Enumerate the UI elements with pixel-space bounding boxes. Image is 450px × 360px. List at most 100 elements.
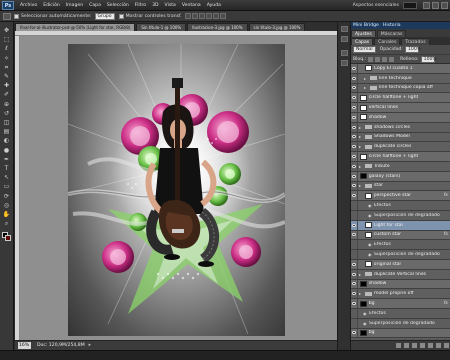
- layer-row[interactable]: bg: [351, 328, 450, 339]
- layer-row[interactable]: shadow: [351, 113, 450, 123]
- visibility-eye-icon[interactable]: [351, 83, 358, 93]
- layer-row[interactable]: galaxy (stars): [351, 171, 450, 182]
- document-tab[interactable]: sin título-3.jpg @ 100%: [248, 23, 306, 31]
- layer-row[interactable]: perspective star fx: [351, 191, 450, 202]
- visibility-eye-icon[interactable]: [351, 73, 358, 83]
- fill-field[interactable]: 100%: [420, 55, 437, 63]
- layer-effect-row[interactable]: ◉ Efectos: [351, 240, 450, 251]
- hand-icon[interactable]: ✋: [2, 210, 11, 219]
- gradient-icon[interactable]: ▤: [2, 127, 11, 136]
- type-icon[interactable]: T: [2, 164, 11, 173]
- actions-panel-icon[interactable]: [341, 36, 348, 42]
- marquee-icon[interactable]: ⬚: [2, 35, 11, 44]
- layer-effects-icon[interactable]: fx: [444, 193, 448, 198]
- menu-item-ventana[interactable]: Ventana: [179, 3, 204, 8]
- tab-paths[interactable]: Trazados: [401, 38, 430, 45]
- visibility-eye-icon[interactable]: [351, 269, 358, 279]
- stamp-icon[interactable]: ⊕: [2, 100, 11, 109]
- visibility-eye-icon[interactable]: [351, 113, 358, 122]
- document-info[interactable]: Doc: 120,9M/254,8M: [37, 343, 85, 348]
- align-left-icon[interactable]: [205, 13, 212, 19]
- close-button[interactable]: [441, 1, 448, 9]
- tab-adjustments[interactable]: Ajustes: [351, 30, 376, 37]
- layer-row[interactable]: ▸ line technique: [351, 73, 450, 84]
- visibility-eye-icon[interactable]: [351, 201, 358, 210]
- visibility-eye-icon[interactable]: [351, 64, 358, 73]
- menu-item-imagen[interactable]: Imagen: [63, 3, 86, 8]
- layer-thumbnail[interactable]: [365, 192, 372, 199]
- document-tab[interactable]: Ilustracion-3.jpg @ 100%: [187, 23, 248, 31]
- visibility-eye-icon[interactable]: [351, 289, 358, 299]
- layer-thumbnail[interactable]: [365, 222, 372, 229]
- visibility-eye-icon[interactable]: [351, 122, 358, 132]
- tab-layers[interactable]: Capas: [351, 38, 374, 45]
- layer-effect-row[interactable]: ◉ Superposición de degradado: [351, 250, 450, 260]
- align-top-icon[interactable]: [184, 13, 191, 19]
- visibility-eye-icon[interactable]: [351, 191, 358, 201]
- layer-row[interactable]: vertical lines: [351, 103, 450, 113]
- menu-item-capa[interactable]: Capa: [86, 3, 104, 8]
- auto-select-dropdown[interactable]: Grupo: [94, 12, 115, 20]
- expand-arrow-icon[interactable]: ▸: [359, 183, 363, 188]
- layer-effect-row[interactable]: ◉ Efectos: [351, 201, 450, 211]
- layer-row[interactable]: ▸ duplicate Vertical lines: [351, 269, 450, 280]
- eyedropper-icon[interactable]: ✎: [2, 72, 11, 81]
- 3d-rotate-icon[interactable]: ⟳: [2, 192, 11, 201]
- brush-icon[interactable]: ✐: [2, 90, 11, 99]
- auto-select-checkbox[interactable]: [14, 13, 19, 19]
- visibility-eye-icon[interactable]: [351, 299, 358, 308]
- horizontal-ruler[interactable]: [15, 31, 337, 36]
- align-center-icon[interactable]: [212, 13, 219, 19]
- visibility-eye-icon[interactable]: [351, 250, 358, 259]
- history-brush-icon[interactable]: ↺: [2, 109, 11, 118]
- menu-item-selección[interactable]: Selección: [104, 3, 132, 8]
- visibility-eye-icon[interactable]: [351, 211, 358, 220]
- move-icon[interactable]: ✥: [2, 26, 11, 35]
- new-group-icon[interactable]: [428, 343, 433, 348]
- tab-channels[interactable]: Canales: [374, 38, 401, 45]
- expand-arrow-icon[interactable]: ▸: [364, 85, 368, 90]
- expand-arrow-icon[interactable]: ▸: [364, 76, 368, 81]
- menu-item-archivo[interactable]: Archivo: [17, 3, 40, 8]
- minimize-button[interactable]: [423, 1, 430, 9]
- layer-thumbnail[interactable]: [360, 300, 367, 307]
- visibility-eye-icon[interactable]: [351, 309, 358, 318]
- blend-mode-dropdown[interactable]: Normal: [353, 46, 376, 53]
- vertical-ruler[interactable]: [15, 36, 20, 340]
- eraser-icon[interactable]: ◫: [2, 118, 11, 127]
- visibility-eye-icon[interactable]: [351, 171, 358, 181]
- layer-row[interactable]: custom star fx: [351, 230, 450, 241]
- lock-all-icon[interactable]: [389, 56, 395, 62]
- expand-arrow-icon[interactable]: ▸: [359, 291, 363, 296]
- align-middle-icon[interactable]: [191, 13, 198, 19]
- visibility-eye-icon[interactable]: [351, 279, 358, 289]
- status-menu-arrow-icon[interactable]: ▸: [89, 343, 91, 348]
- zoom-icon[interactable]: ⌕: [2, 219, 11, 228]
- adjustment-layer-icon[interactable]: [420, 343, 425, 348]
- visibility-eye-icon[interactable]: [351, 230, 358, 240]
- expand-arrow-icon[interactable]: ▸: [359, 272, 363, 277]
- layer-effect-row[interactable]: ◉ Superposición de degradado: [351, 211, 450, 221]
- visibility-eye-icon[interactable]: [351, 181, 358, 191]
- layer-row[interactable]: ▸ Shadows Model: [351, 132, 450, 143]
- visibility-eye-icon[interactable]: [351, 93, 358, 103]
- workspace-switcher[interactable]: Aspectos esenciales: [353, 3, 399, 8]
- align-right-icon[interactable]: [219, 13, 226, 19]
- trash-icon[interactable]: [444, 343, 449, 348]
- crop-icon[interactable]: ⌗: [2, 63, 11, 72]
- layer-thumbnail[interactable]: [365, 65, 372, 72]
- link-layers-icon[interactable]: [396, 343, 401, 348]
- add-style-icon[interactable]: [404, 343, 409, 348]
- expand-arrow-icon[interactable]: ▸: [359, 125, 363, 130]
- visibility-eye-icon[interactable]: [351, 220, 358, 230]
- lock-pixels-icon[interactable]: [375, 56, 381, 62]
- layer-row[interactable]: ▸ Tribute: [351, 162, 450, 172]
- layer-thumbnail[interactable]: [365, 231, 372, 239]
- visibility-eye-icon[interactable]: [351, 240, 358, 250]
- visibility-eye-icon[interactable]: [351, 152, 358, 161]
- zoom-level[interactable]: 16%: [18, 342, 31, 349]
- layer-row[interactable]: original star: [351, 260, 450, 270]
- layer-thumbnail[interactable]: [360, 329, 367, 337]
- expand-arrow-icon[interactable]: ▸: [359, 134, 363, 139]
- visibility-eye-icon[interactable]: [351, 260, 358, 269]
